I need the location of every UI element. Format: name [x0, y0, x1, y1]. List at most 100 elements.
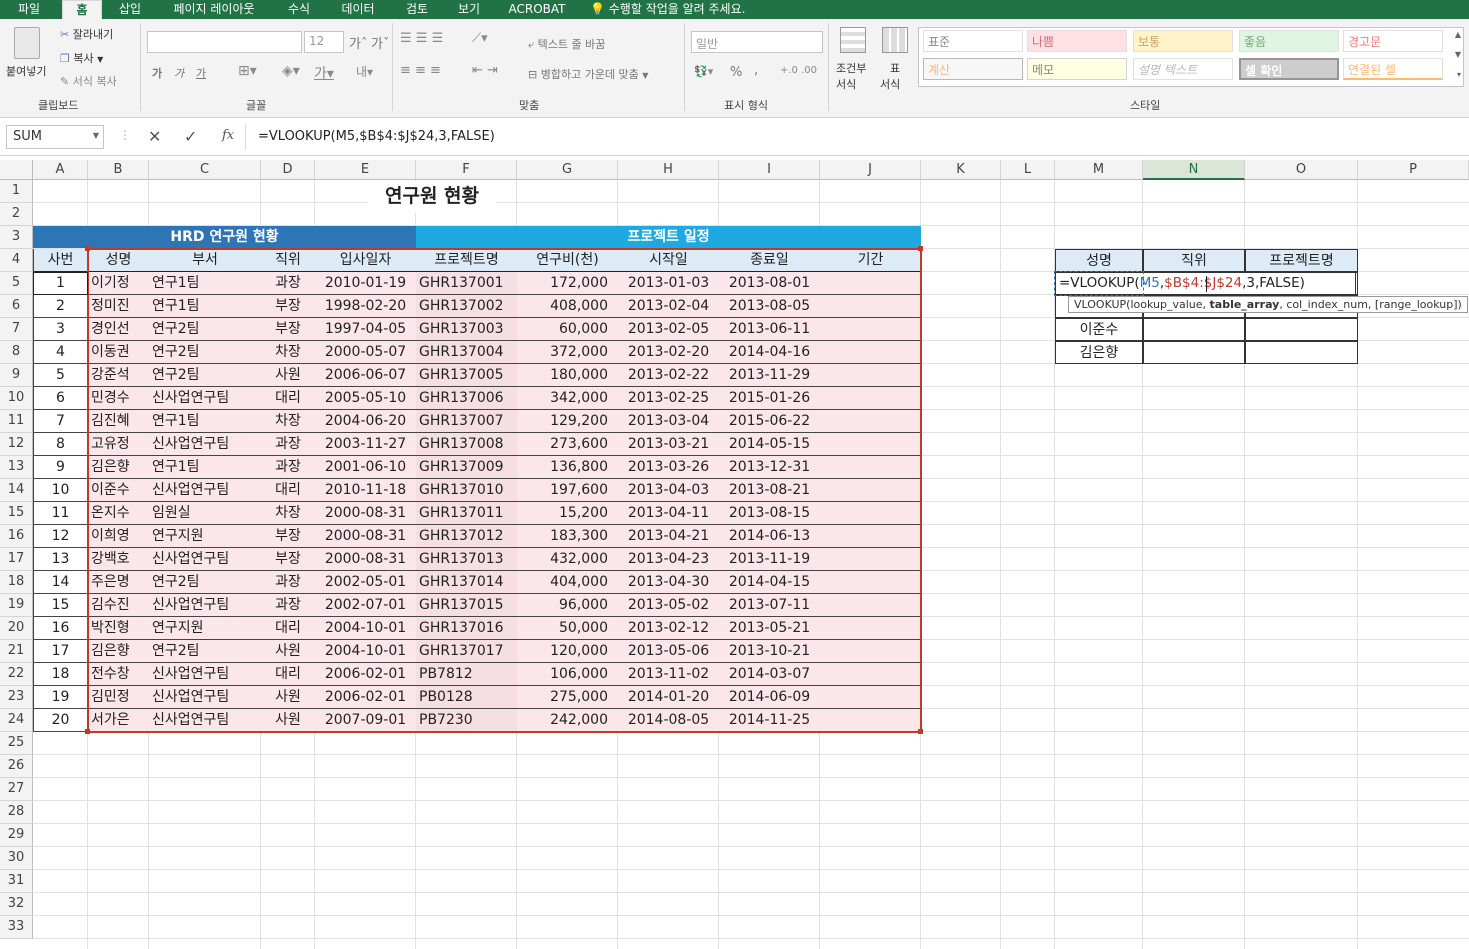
- increase-decimal-icon[interactable]: +.0 .00: [780, 65, 817, 76]
- conditional-format-button[interactable]: 조건부 서식: [834, 25, 872, 95]
- increase-font-icon[interactable]: 가ˆ: [349, 33, 367, 52]
- column-header-K[interactable]: K: [921, 160, 1001, 180]
- cell-style-item[interactable]: 경고문: [1343, 30, 1443, 52]
- align-top-icon[interactable]: ☰ ☰ ☰: [400, 31, 443, 46]
- row-header-18[interactable]: 18: [0, 571, 33, 594]
- wrap-text-button[interactable]: ⤶ 텍스트 줄 바꿈: [528, 36, 605, 52]
- row-header-17[interactable]: 17: [0, 548, 33, 571]
- name-box[interactable]: SUM ▼: [6, 125, 104, 149]
- range-handle[interactable]: [918, 729, 923, 734]
- cancel-button[interactable]: ✕: [148, 127, 161, 146]
- cell-style-item[interactable]: 연결된 셀: [1343, 58, 1443, 80]
- row-header-15[interactable]: 15: [0, 502, 33, 525]
- column-header-H[interactable]: H: [618, 160, 719, 180]
- cell-style-item[interactable]: 메모: [1027, 58, 1127, 80]
- row-header-7[interactable]: 7: [0, 318, 33, 341]
- formula-input[interactable]: =VLOOKUP(M5,$B$4:$J$24,3,FALSE): [258, 129, 495, 144]
- underline-button[interactable]: 가: [196, 65, 206, 81]
- column-header-A[interactable]: A: [33, 160, 88, 180]
- font-name-dropdown[interactable]: [147, 31, 302, 53]
- row-header-19[interactable]: 19: [0, 594, 33, 617]
- row-header-33[interactable]: 33: [0, 916, 33, 939]
- lookup-cell[interactable]: [1245, 341, 1358, 364]
- format-painter-button[interactable]: ✎ 서식 복사: [60, 73, 117, 89]
- cell-style-item[interactable]: 나쁨: [1027, 30, 1127, 52]
- font-size-dropdown[interactable]: 12: [304, 31, 344, 53]
- row-header-4[interactable]: 4: [0, 249, 33, 272]
- row-header-3[interactable]: 3: [0, 226, 33, 249]
- cell-styles-gallery[interactable]: 표준 나쁨 보통 좋음 경고문 계산 메모 설명 텍스트 셀 확인 연결된 셀 ▲ ▼ ▾: [918, 27, 1464, 87]
- ribbon-tab-4[interactable]: 수식: [282, 0, 316, 19]
- italic-button[interactable]: 가: [174, 65, 184, 81]
- ribbon-tab-6[interactable]: 검토: [400, 0, 434, 19]
- row-header-24[interactable]: 24: [0, 709, 33, 732]
- column-header-G[interactable]: G: [517, 160, 618, 180]
- percent-button[interactable]: %: [730, 65, 742, 80]
- ribbon-tab-5[interactable]: 데이터: [336, 0, 380, 19]
- row-header-9[interactable]: 9: [0, 364, 33, 387]
- lookup-cell[interactable]: [1245, 318, 1358, 341]
- ribbon-tab-0[interactable]: 파일: [8, 0, 50, 19]
- currency-icon[interactable]: 💱▾: [694, 65, 713, 78]
- row-header-31[interactable]: 31: [0, 870, 33, 893]
- column-header-I[interactable]: I: [719, 160, 820, 180]
- insert-function-button[interactable]: fx: [222, 128, 234, 143]
- range-handle[interactable]: [85, 729, 90, 734]
- decrease-font-icon[interactable]: 가ˇ: [371, 33, 389, 52]
- cut-button[interactable]: ✂ 잘라내기: [60, 26, 113, 42]
- ribbon-tab-3[interactable]: 페이지 레이아웃: [162, 0, 266, 19]
- phonetic-icon[interactable]: 내▾: [356, 63, 373, 80]
- column-header-F[interactable]: F: [416, 160, 517, 180]
- row-header-14[interactable]: 14: [0, 479, 33, 502]
- cell-style-item[interactable]: 보통: [1133, 30, 1233, 52]
- scroll-down-icon[interactable]: ▼: [1455, 50, 1461, 59]
- indent-icon[interactable]: ⇤ ⇥: [472, 63, 498, 78]
- column-header-B[interactable]: B: [88, 160, 149, 180]
- row-header-13[interactable]: 13: [0, 456, 33, 479]
- worksheet-grid[interactable]: A B C D E F G H I J K L M N O P 1 2 3 4 5 6 7 8 9 10 11 12 13 14 15 16 1…: [0, 160, 1469, 949]
- format-as-table-button[interactable]: 표 서식: [876, 25, 914, 95]
- align-left-icon[interactable]: ≡ ≡ ≡: [400, 63, 441, 78]
- scroll-up-icon[interactable]: ▲: [1455, 30, 1461, 40]
- column-header-P[interactable]: P: [1358, 160, 1469, 180]
- row-header-8[interactable]: 8: [0, 341, 33, 364]
- paste-button[interactable]: 붙여넣기: [4, 25, 50, 87]
- row-header-25[interactable]: 25: [0, 732, 33, 755]
- column-header-N[interactable]: N: [1143, 160, 1245, 180]
- column-header-O[interactable]: O: [1245, 160, 1358, 180]
- comma-button[interactable]: ,: [754, 63, 758, 78]
- bold-button[interactable]: 가: [152, 65, 162, 81]
- row-header-28[interactable]: 28: [0, 801, 33, 824]
- column-header-L[interactable]: L: [1001, 160, 1055, 180]
- lookup-cell[interactable]: [1143, 341, 1245, 364]
- row-header-21[interactable]: 21: [0, 640, 33, 663]
- row-header-5[interactable]: 5: [0, 272, 33, 295]
- cell-style-item[interactable]: 좋음: [1239, 30, 1339, 52]
- fill-color-icon[interactable]: ◈▾: [282, 63, 300, 79]
- ribbon-tab-9[interactable]: 💡 수행할 작업을 알려 주세요.: [590, 0, 770, 19]
- row-header-12[interactable]: 12: [0, 433, 33, 456]
- row-header-20[interactable]: 20: [0, 617, 33, 640]
- ribbon-tab-8[interactable]: ACROBAT: [504, 0, 570, 19]
- border-icon[interactable]: ⊞▾: [238, 63, 257, 79]
- row-header-30[interactable]: 30: [0, 847, 33, 870]
- ribbon-tab-2[interactable]: 삽입: [112, 0, 148, 19]
- row-header-27[interactable]: 27: [0, 778, 33, 801]
- column-header-C[interactable]: C: [149, 160, 261, 180]
- row-header-6[interactable]: 6: [0, 295, 33, 318]
- row-header-1[interactable]: 1: [0, 180, 33, 203]
- orientation-icon[interactable]: ⟋▾: [472, 31, 488, 46]
- column-header-E[interactable]: E: [315, 160, 416, 180]
- cell-style-item[interactable]: 셀 확인: [1239, 58, 1339, 80]
- row-header-22[interactable]: 22: [0, 663, 33, 686]
- select-all-corner[interactable]: [0, 160, 33, 180]
- cell-style-item[interactable]: 설명 텍스트: [1133, 58, 1233, 80]
- row-header-10[interactable]: 10: [0, 387, 33, 410]
- ribbon-tab-1[interactable]: 홈: [62, 0, 102, 19]
- column-header-M[interactable]: M: [1055, 160, 1143, 180]
- cell-style-item[interactable]: 계산: [923, 58, 1023, 80]
- row-header-26[interactable]: 26: [0, 755, 33, 778]
- row-header-23[interactable]: 23: [0, 686, 33, 709]
- merge-center-button[interactable]: ⊟ 병합하고 가운데 맞춤 ▼: [528, 66, 648, 82]
- number-format-dropdown[interactable]: 일반: [691, 31, 823, 53]
